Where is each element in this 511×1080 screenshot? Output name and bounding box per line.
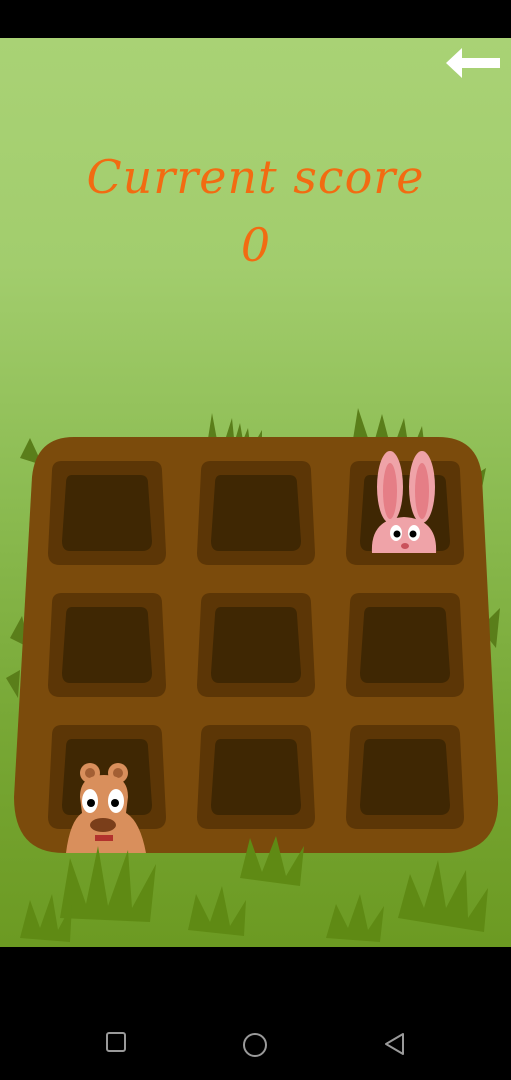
status-bar [0,0,511,38]
triangle-back-icon[interactable] [383,1032,407,1056]
square-icon[interactable] [105,1031,127,1053]
navigation-bar [0,947,511,1080]
grass-front [20,836,488,942]
circle-icon[interactable] [242,1032,268,1058]
game-area: Current score 0 [0,38,511,947]
